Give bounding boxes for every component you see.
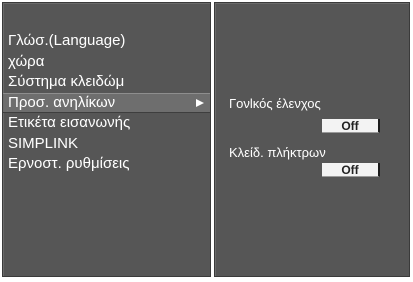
submenu-panel: Γονlκός έλενχος Off Κλείδ. πλήκτρων Off — [214, 2, 410, 277]
parental-control-value[interactable]: Off — [322, 119, 380, 133]
parental-control-setting[interactable]: Γονlκός έλενχος Off — [229, 96, 403, 133]
main-menu-list: Γλώσ.(Language) χώρα Σύστημα κλειδώμ Προ… — [3, 31, 210, 175]
menu-item-label: Ερνοστ. ρυθμίσεις — [8, 155, 130, 173]
triangle-right-icon — [196, 98, 204, 107]
menu-item-label: SIMPLINK — [8, 134, 79, 152]
menu-item-input-label[interactable]: Ετικέτα εισανωνής — [3, 113, 210, 134]
menu-item-label: Προσ. ανηλίκων — [8, 93, 116, 111]
menu-item-label: χώρα — [8, 52, 45, 70]
key-lock-value[interactable]: Off — [322, 163, 380, 177]
key-lock-setting[interactable]: Κλείδ. πλήκτρων Off — [229, 145, 403, 177]
menu-item-country[interactable]: χώρα — [3, 52, 210, 73]
menu-item-label: Σύστημα κλειδώμ — [8, 73, 125, 91]
menu-item-simplink[interactable]: SIMPLINK — [3, 134, 210, 155]
menu-item-factory-reset[interactable]: Ερνοστ. ρυθμίσεις — [3, 154, 210, 175]
menu-item-lock-system[interactable]: Σύστημα κλειδώμ — [3, 72, 210, 93]
menu-item-label: Ετικέτα εισανωνής — [8, 114, 131, 132]
tv-osd-menu: Γλώσ.(Language) χώρα Σύστημα κλειδώμ Προ… — [0, 0, 413, 282]
menu-item-label: Γλώσ.(Language) — [8, 32, 126, 50]
menu-item-parental-guidance[interactable]: Προσ. ανηλίκων — [3, 92, 210, 113]
menu-item-language[interactable]: Γλώσ.(Language) — [3, 31, 210, 52]
parental-control-label: Γονlκός έλενχος — [229, 96, 321, 111]
key-lock-label: Κλείδ. πλήκτρων — [229, 145, 326, 160]
main-menu-panel: Γλώσ.(Language) χώρα Σύστημα κλειδώμ Προ… — [2, 2, 211, 277]
